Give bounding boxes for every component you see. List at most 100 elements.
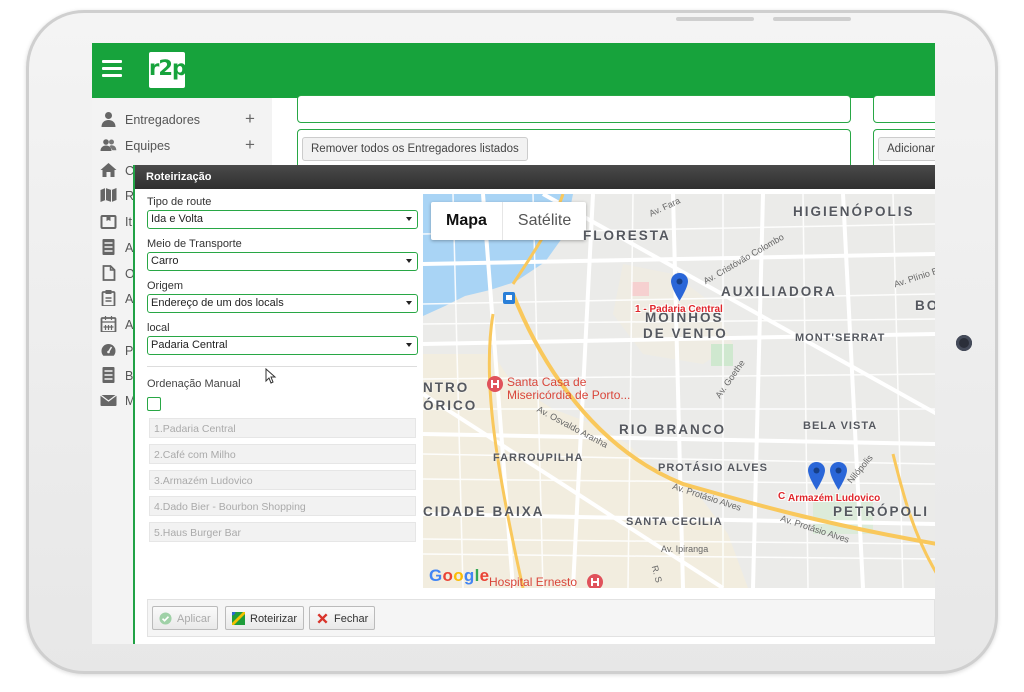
divider (147, 366, 417, 367)
home-icon (100, 163, 117, 177)
district-label: MONT'SERRAT (795, 332, 886, 344)
routing-dialog: Roteirização Tipo de route Ida e Volta M… (133, 165, 935, 644)
manual-ordering-checkbox[interactable] (147, 397, 161, 411)
district-label: FARROUPILHA (493, 452, 584, 464)
top-bar: r2p (92, 43, 935, 98)
tablet-power-button (773, 17, 851, 21)
user-icon (101, 112, 116, 127)
origin-select[interactable]: Endereço de um dos locals (147, 294, 418, 313)
dashboard-icon (101, 344, 116, 356)
transit-station-icon (503, 292, 515, 304)
check-circle-icon (159, 612, 172, 625)
marker-label: C (778, 491, 786, 502)
transport-select[interactable]: Carro (147, 252, 418, 271)
ordering-list-item: 1.Padaria Central (149, 418, 416, 438)
dialog-footer: Aplicar Roteirizar Fechar (147, 599, 935, 637)
file-icon (102, 265, 116, 281)
envelope-icon (100, 394, 117, 406)
google-logo-text: Google (429, 566, 490, 585)
tablet-volume-button (676, 17, 754, 21)
street-label: Av. Ipiranga (661, 544, 709, 554)
add-button[interactable]: Adicionar (878, 137, 935, 161)
district-label: BELA VISTA (803, 420, 878, 432)
ordering-list-item: 2.Café com Milho (149, 444, 416, 464)
logo-text: r2p (149, 56, 187, 80)
ordering-list-item: 4.Dado Bier - Bourbon Shopping (149, 496, 416, 516)
district-label: BO (915, 298, 935, 313)
route-type-value: Ida e Volta (151, 213, 203, 225)
hamburger-menu-icon[interactable] (102, 60, 122, 78)
district-label: PETRÓPOLI (833, 504, 930, 519)
background-panel (297, 95, 851, 123)
close-button-label: Fechar (334, 613, 369, 625)
route-type-select[interactable]: Ida e Volta (147, 210, 418, 229)
map-marker-icon[interactable] (830, 462, 847, 490)
apply-button-label: Aplicar (177, 613, 211, 625)
map-marker-icon[interactable] (671, 273, 688, 301)
local-label: local (147, 322, 170, 334)
hospital-icon (587, 574, 603, 588)
route-button[interactable]: Roteirizar (225, 606, 305, 630)
map-type-map-button[interactable]: Mapa (431, 202, 502, 240)
routing-form: Tipo de route Ida e Volta Meio de Transp… (147, 195, 418, 363)
remove-all-couriers-button[interactable]: Remover todos os Entregadores listados (302, 137, 528, 161)
origin-label: Origem (147, 280, 184, 292)
route-type-label: Tipo de route (147, 196, 212, 208)
district-label: DE VENTO (643, 326, 728, 341)
marker-label: 1 - Padaria Central (635, 304, 723, 315)
district-label: RIO BRANCO (619, 422, 726, 437)
apply-button[interactable]: Aplicar (152, 606, 218, 630)
caret-down-icon (406, 301, 412, 305)
app-logo[interactable]: r2p (149, 52, 187, 88)
sidebar-item-label: Entregadores (125, 113, 201, 127)
mouse-cursor-icon (265, 368, 277, 384)
transport-label: Meio de Transporte (147, 238, 242, 250)
package-icon (100, 215, 117, 229)
map-type-switch: Mapa Satélite (431, 202, 587, 240)
map-marker-icon[interactable] (808, 462, 825, 490)
route-map[interactable]: Mapa Satélite HIGIENÓPOLIS FLORESTA AUXI… (423, 194, 935, 588)
sidebar-item-label: Equipes (125, 139, 171, 153)
district-label: FLORESTA (583, 228, 671, 243)
district-label: ÓRICO (423, 398, 478, 413)
sidebar-item-label: It (125, 215, 132, 229)
caret-down-icon (406, 217, 412, 221)
marker-label: Armazém Ludovico (788, 493, 881, 504)
local-value: Padaria Central (151, 339, 228, 351)
list-icon (102, 239, 115, 255)
clipboard-icon (101, 290, 116, 306)
route-button-label: Roteirizar (250, 613, 298, 625)
manual-ordering-label: Ordenação Manual (147, 378, 241, 390)
poi-label: Misericórdia de Porto... (507, 388, 631, 402)
map-icon (100, 188, 117, 202)
dialog-title: Roteirização (135, 165, 935, 189)
district-label: CIDADE BAIXA (423, 504, 545, 519)
close-button[interactable]: Fechar (309, 606, 376, 630)
district-label: SANTA CECILIA (626, 516, 723, 528)
local-select[interactable]: Padaria Central (147, 336, 418, 355)
hospital-icon (487, 376, 503, 392)
users-icon (100, 139, 117, 151)
google-logo: Google (429, 566, 489, 586)
plus-icon[interactable]: + (245, 109, 255, 129)
route-map-icon (232, 612, 245, 625)
district-label: NTRO (423, 380, 470, 395)
list-icon (102, 367, 115, 383)
caret-down-icon (406, 259, 412, 263)
origin-value: Endereço de um dos locals (151, 297, 284, 309)
app-screen: r2p Entregadores + Equipes + C R It A O … (92, 43, 935, 644)
ordering-list-item: 3.Armazém Ludovico (149, 470, 416, 490)
calendar-icon (100, 316, 117, 332)
transport-value: Carro (151, 255, 179, 267)
tablet-camera (956, 335, 972, 351)
ordering-list-item: 5.Haus Burger Bar (149, 522, 416, 542)
plus-icon[interactable]: + (245, 135, 255, 155)
map-type-satellite-button[interactable]: Satélite (501, 202, 586, 240)
district-label: PROTÁSIO ALVES (658, 462, 768, 474)
poi-label: Hospital Ernesto (489, 575, 578, 589)
caret-down-icon (406, 343, 412, 347)
background-panel-right (873, 95, 935, 123)
district-label: HIGIENÓPOLIS (793, 204, 915, 219)
close-icon (317, 613, 328, 624)
district-label: AUXILIADORA (721, 284, 837, 299)
